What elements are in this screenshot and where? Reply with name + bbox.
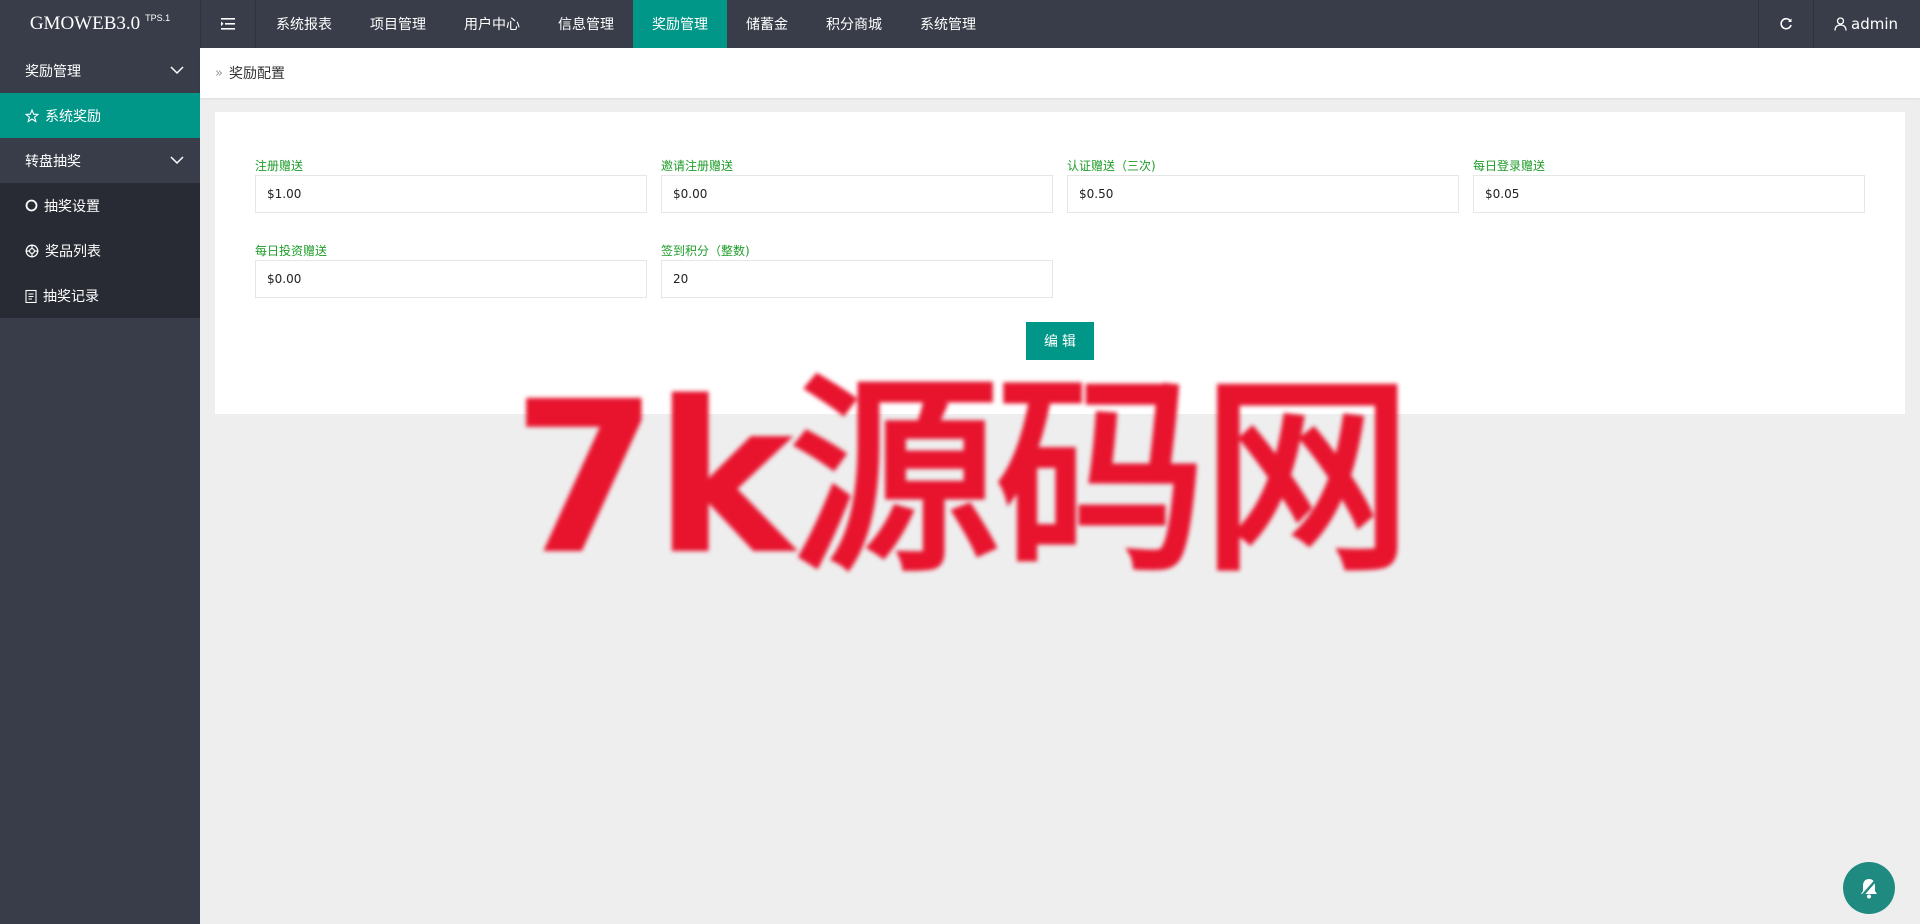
nav-user-center[interactable]: 用户中心 [445, 0, 539, 48]
sidebar-item-lottery-records[interactable]: 抽奖记录 [0, 273, 200, 318]
daily-login-bonus-field: 每日登录赠送 $0.05 [1473, 157, 1865, 213]
field-label: 每日投资赠送 [255, 244, 328, 258]
nav-info-management[interactable]: 信息管理 [539, 0, 633, 48]
sidebar-group-label: 转盘抽奖 [25, 153, 81, 170]
breadcrumb-separator: » [215, 65, 223, 81]
register-bonus-field: 注册赠送 $1.00 [255, 157, 647, 213]
breadcrumb: » 奖励配置 [200, 48, 1920, 98]
daily-investment-bonus-field: 每日投资赠送 $0.00 [255, 242, 647, 298]
app-logo[interactable]: GMOWEB3.0 TPS.1 [0, 0, 200, 48]
chevron-down-icon [170, 156, 184, 165]
sidebar-item-label: 抽奖记录 [43, 288, 99, 305]
sidebar-group-label: 奖励管理 [25, 63, 81, 80]
register-bonus-input[interactable]: $1.00 [255, 175, 647, 213]
nav-points-mall[interactable]: 积分商城 [807, 0, 901, 48]
field-label: 认证赠送（三次) [1067, 159, 1156, 173]
refresh-icon [1780, 17, 1792, 30]
nav-system-report[interactable]: 系统报表 [257, 0, 351, 48]
lifebuoy-icon [25, 244, 39, 257]
floating-action-button[interactable] [1843, 862, 1895, 914]
nav-system-management[interactable]: 系统管理 [901, 0, 995, 48]
circle-icon [25, 199, 38, 212]
sidebar-item-lottery-settings[interactable]: 抽奖设置 [0, 183, 200, 228]
checkin-points-input[interactable]: 20 [661, 260, 1053, 298]
logo-badge: TPS.1 [145, 13, 171, 23]
sidebar-group-lottery[interactable]: 转盘抽奖 [0, 138, 200, 183]
star-icon [25, 108, 39, 123]
username: admin [1851, 15, 1898, 33]
sidebar-submenu-lottery: 抽奖设置 奖品列表 抽奖记录 [0, 183, 200, 318]
nav-project-management[interactable]: 项目管理 [351, 0, 445, 48]
logo-text: GMOWEB3.0 [29, 13, 141, 34]
bell-off-icon [1860, 878, 1878, 899]
menu-indent-icon [221, 18, 235, 30]
field-label: 邀请注册赠送 [661, 159, 734, 173]
sidebar-item-label: 奖品列表 [45, 243, 101, 260]
daily-investment-bonus-input[interactable]: $0.00 [255, 260, 647, 298]
verification-bonus-field: 认证赠送（三次) $0.50 [1067, 157, 1459, 213]
user-icon [1834, 17, 1847, 31]
reward-config-form: 注册赠送 $1.00 邀请注册赠送 $0.00 认证赠送（三次) $0.50 每… [215, 112, 1905, 414]
invite-register-bonus-field: 邀请注册赠送 $0.00 [661, 157, 1053, 213]
checkin-points-field: 签到积分（整数) 20 [661, 242, 1053, 298]
nav-savings[interactable]: 储蓄金 [727, 0, 807, 48]
field-label: 注册赠送 [255, 159, 304, 173]
header-right: admin [1758, 0, 1920, 48]
field-label: 签到积分（整数) [661, 244, 750, 258]
sidebar-group-reward-management[interactable]: 奖励管理 [0, 48, 200, 93]
edit-button[interactable]: 编 辑 [1026, 322, 1094, 360]
top-nav: 系统报表 项目管理 用户中心 信息管理 奖励管理 储蓄金 积分商城 系统管理 [257, 0, 995, 48]
nav-reward-management[interactable]: 奖励管理 [633, 0, 727, 48]
verification-bonus-input[interactable]: $0.50 [1067, 175, 1459, 213]
sidebar-item-label: 系统奖励 [45, 108, 101, 125]
invite-register-bonus-input[interactable]: $0.00 [661, 175, 1053, 213]
refresh-button[interactable] [1758, 0, 1814, 48]
chevron-down-icon [170, 66, 184, 75]
top-header: GMOWEB3.0 TPS.1 系统报表 项目管理 用户中心 信息管理 奖励管理 … [0, 0, 1920, 48]
daily-login-bonus-input[interactable]: $0.05 [1473, 175, 1865, 213]
breadcrumb-current[interactable]: 奖励配置 [229, 63, 285, 83]
sidebar-item-label: 抽奖设置 [44, 198, 100, 215]
field-label: 每日登录赠送 [1473, 159, 1546, 173]
sidebar: 奖励管理 系统奖励 转盘抽奖 抽奖设置 奖品列表 抽奖记录 [0, 48, 200, 924]
sidebar-item-prize-list[interactable]: 奖品列表 [0, 228, 200, 273]
user-menu[interactable]: admin [1814, 0, 1920, 48]
clipboard-icon [25, 289, 37, 303]
menu-toggle-button[interactable] [200, 0, 256, 48]
sidebar-item-system-reward[interactable]: 系统奖励 [0, 93, 200, 138]
